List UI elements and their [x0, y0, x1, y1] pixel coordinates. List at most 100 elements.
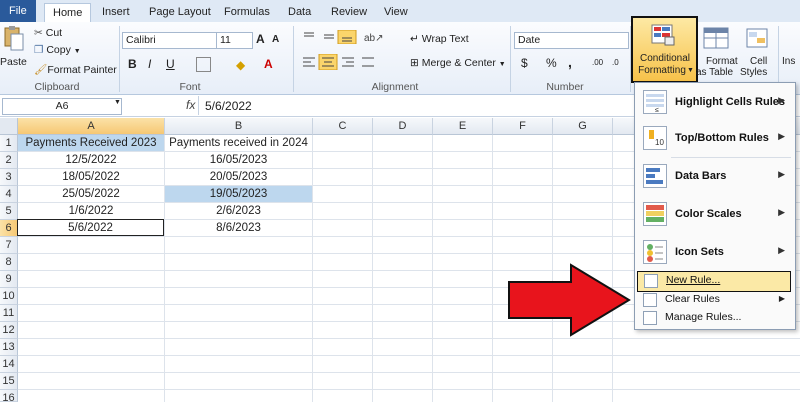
column-header[interactable]: E [433, 118, 493, 135]
tab-file[interactable]: File [0, 0, 36, 22]
cell-b3[interactable]: 20/05/2023 [165, 169, 313, 186]
italic-button[interactable]: I [148, 57, 151, 71]
row-header[interactable]: 5 [0, 203, 18, 220]
font-size-select[interactable]: 11 [216, 32, 253, 49]
cell-b5[interactable]: 2/6/2023 [165, 203, 313, 220]
paste-button[interactable]: Paste [0, 56, 27, 68]
shrink-font-button[interactable]: A [272, 34, 279, 45]
cell-a2[interactable]: 12/5/2022 [18, 152, 165, 169]
font-color-button[interactable]: A [264, 57, 273, 71]
paste-icon[interactable] [2, 26, 24, 52]
cell-styles-label-2[interactable]: Styles [740, 67, 767, 78]
tab-review[interactable]: Review [323, 3, 375, 21]
formula-input[interactable]: 5/6/2022 [205, 99, 252, 113]
cell-styles-icon[interactable] [744, 26, 770, 52]
tab-formulas[interactable]: Formulas [216, 3, 278, 21]
menu-item-manage-rules[interactable]: Manage Rules... [637, 309, 791, 327]
menu-item-label: Icon Sets [675, 246, 724, 258]
row-header[interactable]: 6 [0, 220, 18, 237]
name-box[interactable]: A6 [2, 98, 122, 115]
copy-button[interactable]: ❐ Copy ▼ [34, 44, 81, 56]
bold-button[interactable]: B [128, 57, 137, 71]
grow-font-button[interactable]: A [256, 32, 265, 46]
row-header[interactable]: 9 [0, 271, 18, 288]
row-header[interactable]: 11 [0, 305, 18, 322]
insert-cells-button[interactable]: Ins [782, 56, 795, 67]
menu-item-highlight-cells-rules[interactable]: ≤ Highlight Cells Rules ▶ [637, 85, 791, 119]
merge-center-button[interactable]: ⊞ Merge & Center ▼ [410, 57, 506, 69]
icon-sets-icon [643, 240, 667, 264]
row-header[interactable]: 15 [0, 373, 18, 390]
cell-styles-label-1[interactable]: Cell [750, 56, 767, 67]
insert-function-button[interactable]: fx [186, 98, 195, 112]
conditional-formatting-menu: ≤ Highlight Cells Rules ▶ 10 Top/Bottom … [634, 82, 796, 330]
number-format-select[interactable]: Date [514, 32, 629, 49]
menu-separator [671, 157, 791, 158]
cell-a5[interactable]: 1/6/2022 [18, 203, 165, 220]
borders-icon[interactable] [196, 57, 211, 72]
horizontal-align-buttons[interactable] [300, 53, 390, 71]
row-header[interactable]: 13 [0, 339, 18, 356]
menu-item-icon-sets[interactable]: Icon Sets ▶ [637, 235, 791, 269]
percent-button[interactable]: % [546, 56, 557, 70]
cell-a6-active[interactable]: 5/6/2022 [17, 219, 164, 236]
increase-decimal-button[interactable]: .00 [592, 58, 603, 67]
comma-button[interactable]: , [568, 54, 572, 70]
manage-rules-icon [643, 311, 657, 325]
column-header[interactable]: D [373, 118, 433, 135]
column-header[interactable]: G [553, 118, 613, 135]
wrap-text-button[interactable]: ↵ Wrap Text [410, 33, 469, 45]
row-header[interactable]: 3 [0, 169, 18, 186]
menu-item-new-rule[interactable]: New Rule... [637, 271, 791, 292]
row-header[interactable]: 10 [0, 288, 18, 305]
menu-item-data-bars[interactable]: Data Bars ▶ [637, 159, 791, 193]
format-table-icon[interactable] [700, 26, 732, 52]
conditional-formatting-button[interactable]: Conditional Formatting ▼ [631, 16, 698, 83]
menu-item-clear-rules[interactable]: Clear Rules ▶ [637, 291, 791, 309]
format-painter-button[interactable]: 🖌Format Painter [34, 63, 117, 76]
tab-page-layout[interactable]: Page Layout [141, 3, 219, 21]
row-header[interactable]: 4 [0, 186, 18, 203]
cell-b2[interactable]: 16/05/2023 [165, 152, 313, 169]
row-header[interactable]: 1 [0, 135, 18, 152]
menu-item-color-scales[interactable]: Color Scales ▶ [637, 197, 791, 231]
select-all-corner[interactable] [0, 118, 18, 135]
cell-b1[interactable]: Payments received in 2024 [165, 135, 313, 152]
tab-view[interactable]: View [376, 3, 416, 21]
underline-button[interactable]: U [166, 57, 175, 71]
format-table-label-1[interactable]: Format [706, 56, 738, 67]
tab-data[interactable]: Data [280, 3, 319, 21]
wrap-text-label: Wrap Text [421, 33, 469, 45]
currency-button[interactable]: $ [521, 56, 528, 70]
column-header[interactable]: B [165, 118, 313, 135]
cell-a1[interactable]: Payments Received 2023 [18, 135, 165, 152]
row-header[interactable]: 14 [0, 356, 18, 373]
cell-a3[interactable]: 18/05/2022 [18, 169, 165, 186]
conditional-formatting-label-1: Conditional [639, 53, 691, 64]
cell-a4[interactable]: 25/05/2022 [18, 186, 165, 203]
cut-button[interactable]: ✂ Cut [34, 27, 62, 39]
decrease-decimal-button[interactable]: .0 [612, 58, 619, 67]
eraser-icon [643, 293, 657, 307]
column-header[interactable]: C [313, 118, 373, 135]
row-header[interactable]: 8 [0, 254, 18, 271]
group-separator [293, 26, 294, 92]
color-scales-icon [643, 202, 667, 226]
tab-home[interactable]: Home [44, 3, 92, 23]
row-header[interactable]: 7 [0, 237, 18, 254]
font-name-select[interactable]: Calibri [122, 32, 219, 49]
fill-color-icon[interactable]: ◆ [236, 58, 245, 72]
format-table-label-2[interactable]: as Table [696, 67, 733, 78]
tab-insert[interactable]: Insert [94, 3, 138, 21]
cell-b6[interactable]: 8/6/2023 [165, 220, 313, 237]
vertical-align-buttons[interactable]: ab↗ [300, 29, 390, 45]
menu-item-top-bottom-rules[interactable]: 10 Top/Bottom Rules ▶ [637, 121, 791, 155]
column-header[interactable]: F [493, 118, 553, 135]
cell-b4[interactable]: 19/05/2023 [165, 186, 313, 203]
row-header[interactable]: 16 [0, 390, 18, 404]
merge-icon: ⊞ [410, 57, 419, 69]
chevron-down-icon[interactable]: ▼ [114, 99, 121, 106]
column-header[interactable]: A [18, 118, 165, 135]
row-header[interactable]: 12 [0, 322, 18, 339]
row-header[interactable]: 2 [0, 152, 18, 169]
